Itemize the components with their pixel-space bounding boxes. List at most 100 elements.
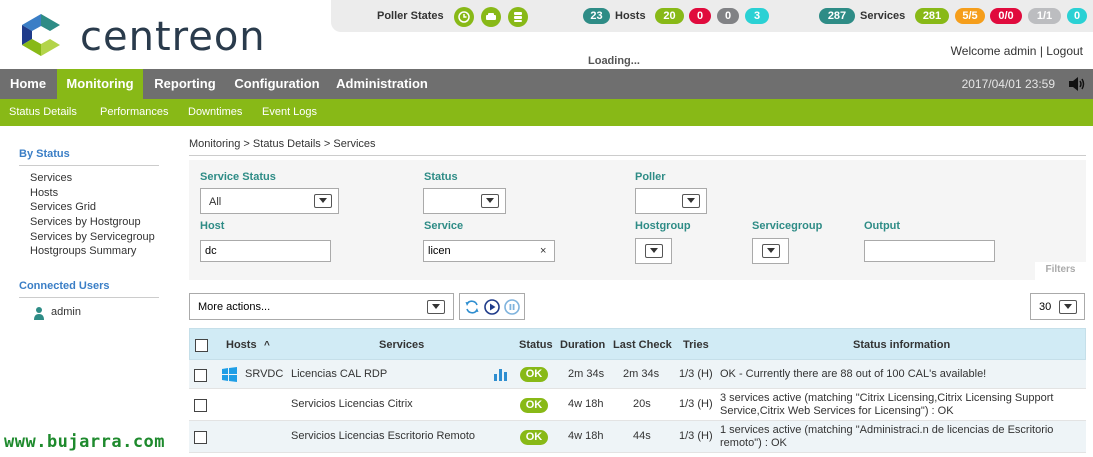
sort-ascending-icon[interactable]: ^	[264, 340, 270, 351]
clear-icon[interactable]: ×	[540, 245, 546, 257]
services-warning-badge[interactable]: 5/5	[955, 8, 985, 24]
connected-user-admin[interactable]: admin	[51, 306, 81, 318]
host-input[interactable]	[200, 240, 331, 262]
row-service[interactable]: Servicios Licencias Escritorio Remoto	[291, 430, 475, 442]
sidebar-heading-connected-users: Connected Users	[19, 280, 110, 292]
subnav-event-logs[interactable]: Event Logs	[262, 106, 317, 118]
output-input[interactable]	[864, 240, 995, 262]
graph-icon[interactable]	[494, 368, 507, 381]
services-label: Services	[860, 10, 906, 22]
status-badge: OK	[520, 398, 548, 413]
output-label: Output	[864, 220, 901, 232]
nav-configuration[interactable]: Configuration	[227, 69, 327, 99]
nav-administration[interactable]: Administration	[330, 69, 434, 99]
chevron-down-icon	[762, 244, 780, 258]
col-tries[interactable]: Tries	[683, 339, 709, 351]
logout-link[interactable]: Logout	[1046, 44, 1083, 58]
hosts-total-badge[interactable]: 23	[583, 8, 610, 24]
hosts-down-badge[interactable]: 0	[689, 8, 711, 24]
row-tries: 1/3 (H)	[679, 368, 713, 380]
services-unknown-badge[interactable]: 1/1	[1028, 8, 1061, 24]
loading-indicator: Loading...	[588, 55, 640, 67]
row-checkbox[interactable]	[194, 431, 207, 444]
service-input[interactable]	[423, 240, 555, 262]
hostgroup-select[interactable]	[635, 238, 672, 264]
services-ok-badge[interactable]: 281	[915, 8, 949, 24]
subnav-status-details[interactable]: Status Details	[9, 106, 77, 118]
row-status-information: OK - Currently there are 88 out of 100 C…	[720, 368, 987, 380]
row-tries: 1/3 (H)	[679, 398, 713, 410]
col-services[interactable]: Services	[379, 339, 424, 351]
header: centreon Poller States 23 Hosts 20 0 0 3…	[0, 0, 1093, 69]
row-service[interactable]: Licencias CAL RDP	[291, 368, 387, 380]
nav-monitoring[interactable]: Monitoring	[57, 69, 143, 99]
subnav-downtimes[interactable]: Downtimes	[188, 106, 242, 118]
col-hosts[interactable]: Hosts	[226, 339, 257, 351]
service-label: Service	[424, 220, 464, 232]
table-row[interactable]: Servicios Licencias Citrix OK 4w 18h 20s…	[189, 389, 1086, 421]
hosts-pending-badge[interactable]: 3	[745, 8, 769, 24]
subnav-performances[interactable]: Performances	[100, 106, 168, 118]
breadcrumb-separator: >	[243, 138, 250, 150]
services-pending-badge[interactable]: 0	[1067, 8, 1087, 24]
centreon-logo[interactable]: centreon	[18, 12, 278, 60]
col-last-check[interactable]: Last Check	[613, 339, 672, 351]
breadcrumb-separator: >	[323, 138, 331, 150]
hosts-label: Hosts	[615, 10, 646, 22]
status-select[interactable]	[423, 188, 506, 214]
refresh-icon[interactable]	[464, 299, 480, 315]
sidebar-item-services-grid[interactable]: Services Grid	[30, 201, 96, 213]
car-icon[interactable]	[481, 7, 501, 27]
col-status[interactable]: Status	[519, 339, 553, 351]
col-status-information: Status information	[853, 339, 951, 351]
sidebar-item-hosts[interactable]: Hosts	[30, 187, 58, 199]
centreon-logo-icon	[22, 14, 60, 56]
sidebar-item-services-by-hostgroup[interactable]: Services by Hostgroup	[30, 216, 141, 228]
welcome-separator: |	[1039, 44, 1043, 58]
user-icon	[34, 307, 44, 320]
breadcrumb-status-details[interactable]: Status Details	[253, 138, 321, 150]
row-status-information: 1 services active (matching "Administrac…	[720, 424, 1054, 449]
watermark: www.bujarra.com	[4, 432, 166, 452]
per-page-select[interactable]: 30	[1030, 293, 1085, 320]
hosts-up-badge[interactable]: 20	[655, 8, 684, 24]
services-total-badge[interactable]: 287	[819, 8, 855, 24]
row-last-check: 20s	[633, 398, 651, 410]
row-checkbox[interactable]	[194, 399, 207, 412]
sidebar-item-services[interactable]: Services	[30, 172, 72, 184]
service-status-select[interactable]: All	[200, 188, 339, 214]
filters-tab[interactable]: Filters	[1035, 262, 1086, 280]
row-service[interactable]: Servicios Licencias Citrix	[291, 398, 413, 410]
nav-reporting[interactable]: Reporting	[145, 69, 225, 99]
servicegroup-select[interactable]	[752, 238, 789, 264]
table-row[interactable]: Servicios Licencias Escritorio Remoto OK…	[189, 421, 1086, 453]
refresh-controls	[459, 293, 525, 320]
speaker-icon[interactable]	[1067, 76, 1085, 92]
row-duration: 4w 18h	[568, 398, 604, 410]
play-icon[interactable]	[484, 299, 500, 315]
servicegroup-label: Servicegroup	[752, 220, 823, 232]
nav-home[interactable]: Home	[0, 69, 56, 99]
row-checkbox[interactable]	[194, 369, 207, 382]
windows-icon	[222, 367, 237, 382]
welcome-area: Welcome admin | Logout	[951, 44, 1083, 58]
more-actions-select[interactable]: More actions...	[189, 293, 454, 320]
hosts-unreachable-badge[interactable]: 0	[717, 8, 739, 24]
main-nav: Home Monitoring Reporting Configuration …	[0, 69, 1093, 99]
per-page-value: 30	[1039, 301, 1052, 313]
poller-select[interactable]	[635, 188, 707, 214]
pause-icon[interactable]	[504, 299, 520, 315]
sidebar-divider	[19, 165, 159, 166]
breadcrumb-services[interactable]: Services	[333, 138, 375, 150]
select-all-checkbox[interactable]	[195, 339, 208, 352]
col-duration[interactable]: Duration	[560, 339, 605, 351]
database-icon[interactable]	[508, 7, 528, 27]
sidebar-item-services-by-servicegroup[interactable]: Services by Servicegroup	[30, 231, 155, 243]
chevron-down-icon	[1059, 300, 1077, 314]
table-row[interactable]: SRVDC Licencias CAL RDP OK 2m 34s 2m 34s…	[189, 360, 1086, 389]
clock-icon[interactable]	[454, 7, 474, 27]
breadcrumb-monitoring[interactable]: Monitoring	[189, 138, 240, 150]
sidebar-item-hostgroups-summary[interactable]: Hostgroups Summary	[30, 245, 136, 257]
services-critical-badge[interactable]: 0/0	[990, 8, 1022, 24]
row-host[interactable]: SRVDC	[245, 368, 283, 380]
